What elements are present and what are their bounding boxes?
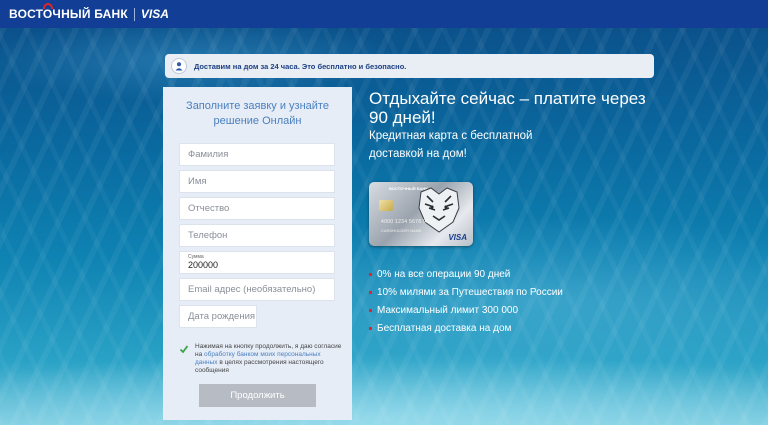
amount-input[interactable]: Сумма 200000	[179, 251, 335, 274]
card-visa-logo: VISA	[448, 233, 467, 242]
feature-text: Максимальный лимит 300 000	[377, 304, 519, 316]
logo-divider	[133, 7, 135, 21]
consent-block: Нажимая на кнопку продолжить, я даю согл…	[179, 343, 343, 375]
feature-item: Бесплатная доставка на дом	[369, 319, 563, 337]
continue-button[interactable]: Продолжить	[199, 384, 316, 407]
bank-logo[interactable]: ВОСТОЧНЫЙ БАНК	[9, 3, 128, 21]
form-title: Заполните заявку и узнайте решение Онлай…	[186, 100, 329, 127]
birth-date-input[interactable]: Дата рождения	[179, 305, 257, 328]
birth-date-placeholder: Дата рождения	[188, 311, 256, 322]
consent-text: Нажимая на кнопку продолжить, я даю согл…	[195, 343, 343, 375]
patronymic-placeholder: Отчество	[188, 203, 230, 214]
application-form: Заполните заявку и узнайте решение Онлай…	[163, 87, 352, 420]
delivery-courier-icon	[171, 58, 187, 74]
feature-text: 10% милями за Путешествия по России	[377, 286, 563, 298]
delivery-info-bar: Доставим на дом за 24 часа. Это бесплатн…	[165, 54, 654, 78]
tiger-icon	[418, 187, 460, 233]
delivery-text: Доставим на дом за 24 часа. Это бесплатн…	[194, 61, 407, 71]
first-name-placeholder: Имя	[188, 176, 207, 187]
features-list: 0% на все операции 90 дней 10% милями за…	[369, 265, 563, 337]
bullet-icon	[369, 272, 372, 276]
email-placeholder: Email адрес (необязательно)	[188, 284, 316, 295]
bullet-icon	[369, 290, 372, 294]
email-input[interactable]: Email адрес (необязательно)	[179, 278, 335, 301]
feature-item: 10% милями за Путешествия по России	[369, 283, 563, 301]
amount-value: 200000	[188, 260, 219, 270]
header-bar: ВОСТОЧНЫЙ БАНК VISA	[0, 0, 768, 28]
checkmark-icon[interactable]	[179, 344, 189, 354]
feature-text: 0% на все операции 90 дней	[377, 268, 511, 280]
first-name-input[interactable]: Имя	[179, 170, 335, 193]
feature-item: Максимальный лимит 300 000	[369, 301, 563, 319]
card-holder: CARDHOLDER NAME	[381, 228, 422, 233]
credit-card-image: ВОСТОЧНЫЙ БАНК 4000 1234 5678 9010 CARDH…	[369, 182, 473, 246]
card-number: 4000 1234 5678 9010	[381, 219, 436, 225]
phone-input[interactable]: Телефон	[179, 224, 335, 247]
card-chip-icon	[379, 200, 393, 211]
feature-text: Бесплатная доставка на дом	[377, 322, 512, 334]
logo-text: ВОСТОЧНЫЙ БАНК	[9, 7, 128, 21]
logo-arc-icon	[43, 3, 53, 9]
patronymic-input[interactable]: Отчество	[179, 197, 335, 220]
phone-placeholder: Телефон	[188, 230, 228, 241]
promo-subtitle: Кредитная карта с бесплатной доставкой н…	[369, 130, 533, 160]
visa-logo: VISA	[140, 7, 169, 21]
promo-title: Отдыхайте сейчас – платите через 90 дней…	[369, 89, 646, 127]
feature-item: 0% на все операции 90 дней	[369, 265, 563, 283]
bullet-icon	[369, 326, 372, 330]
last-name-placeholder: Фамилия	[188, 149, 229, 160]
bullet-icon	[369, 308, 372, 312]
last-name-input[interactable]: Фамилия	[179, 143, 335, 166]
